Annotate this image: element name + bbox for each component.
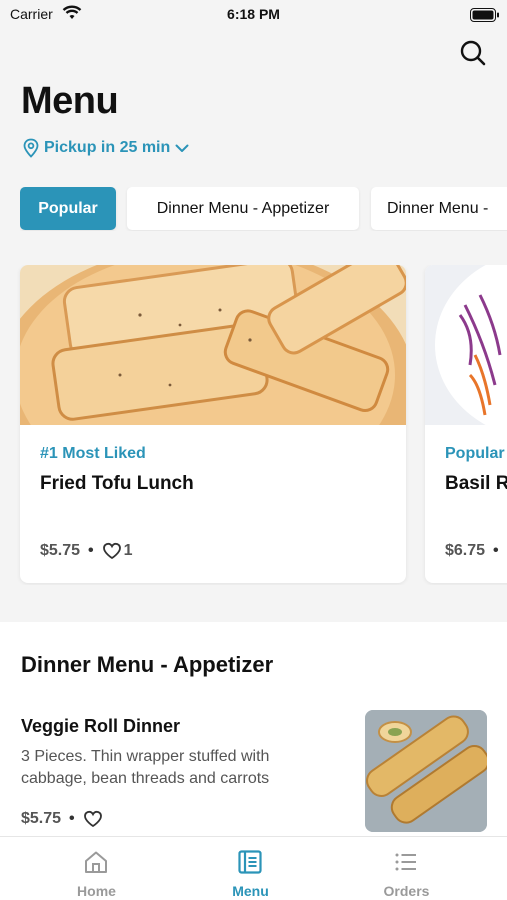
item-name: Veggie Roll Dinner — [21, 716, 181, 736]
pickup-selector[interactable]: Pickup in 25 min — [22, 136, 190, 160]
tab-dinner-menu[interactable]: Dinner Menu - — [371, 187, 507, 230]
featured-card-fried-tofu[interactable]: #1 Most Liked Fried Tofu Lunch $5.75 • 1 — [20, 265, 406, 583]
featured-card-basil[interactable]: Popular Basil R $6.75 • — [425, 265, 507, 583]
card-tag: Popular — [445, 445, 505, 462]
separator-dot: • — [69, 810, 75, 827]
nav-orders[interactable]: Orders — [322, 837, 491, 900]
nav-menu-label: Menu — [232, 883, 269, 899]
item-meta: $5.75 • — [21, 810, 103, 828]
item-description: 3 Pieces. Thin wrapper stuffed with cabb… — [21, 748, 270, 787]
item-price: $5.75 — [21, 810, 62, 827]
menu-section: Dinner Menu - Appetizer Veggie Roll Dinn… — [0, 622, 507, 842]
status-time: 6:18 PM — [227, 6, 280, 22]
card-name: Basil R — [445, 473, 507, 494]
separator-dot: • — [493, 542, 499, 559]
search-button[interactable] — [456, 36, 490, 70]
card-meta: $5.75 • 1 — [40, 542, 133, 560]
fried-tofu-image — [20, 265, 406, 425]
section-title: Dinner Menu - Appetizer — [21, 652, 274, 677]
veggie-roll-image — [365, 710, 487, 832]
separator-dot: • — [88, 542, 94, 559]
tab-dinner-menu-appetizer[interactable]: Dinner Menu - Appetizer — [127, 187, 359, 230]
nav-orders-label: Orders — [383, 883, 430, 899]
bottom-nav: Home Menu Orders — [0, 836, 507, 900]
status-bar: Carrier 6:18 PM — [0, 0, 507, 30]
card-tag: #1 Most Liked — [40, 445, 146, 462]
location-pin-icon — [23, 138, 39, 158]
basil-dish-image — [425, 265, 507, 425]
featured-carousel: #1 Most Liked Fried Tofu Lunch $5.75 • 1… — [0, 265, 507, 585]
menu-item-veggie-roll[interactable]: Veggie Roll Dinner 3 Pieces. Thin wrappe… — [0, 702, 507, 842]
card-meta: $6.75 • — [445, 542, 499, 560]
card-price: $5.75 — [40, 542, 81, 559]
nav-menu[interactable]: Menu — [166, 837, 335, 900]
chevron-down-icon — [175, 144, 189, 152]
heart-icon — [102, 542, 121, 560]
page-title: Menu — [21, 80, 119, 122]
search-icon — [460, 40, 486, 66]
nav-home[interactable]: Home — [12, 837, 181, 900]
card-name: Fried Tofu Lunch — [40, 473, 194, 494]
menu-book-icon — [238, 850, 262, 874]
heart-icon[interactable] — [83, 810, 103, 828]
list-icon — [395, 853, 416, 871]
category-tabs: Popular Dinner Menu - Appetizer Dinner M… — [20, 187, 507, 231]
nav-home-label: Home — [77, 883, 116, 899]
tab-popular[interactable]: Popular — [20, 187, 116, 230]
battery-icon — [470, 8, 499, 22]
like-count: 1 — [123, 542, 133, 559]
card-price: $6.75 — [445, 542, 486, 559]
pickup-label: Pickup in 25 min — [44, 139, 171, 156]
like-button[interactable]: 1 — [102, 542, 133, 560]
home-icon — [85, 851, 107, 873]
